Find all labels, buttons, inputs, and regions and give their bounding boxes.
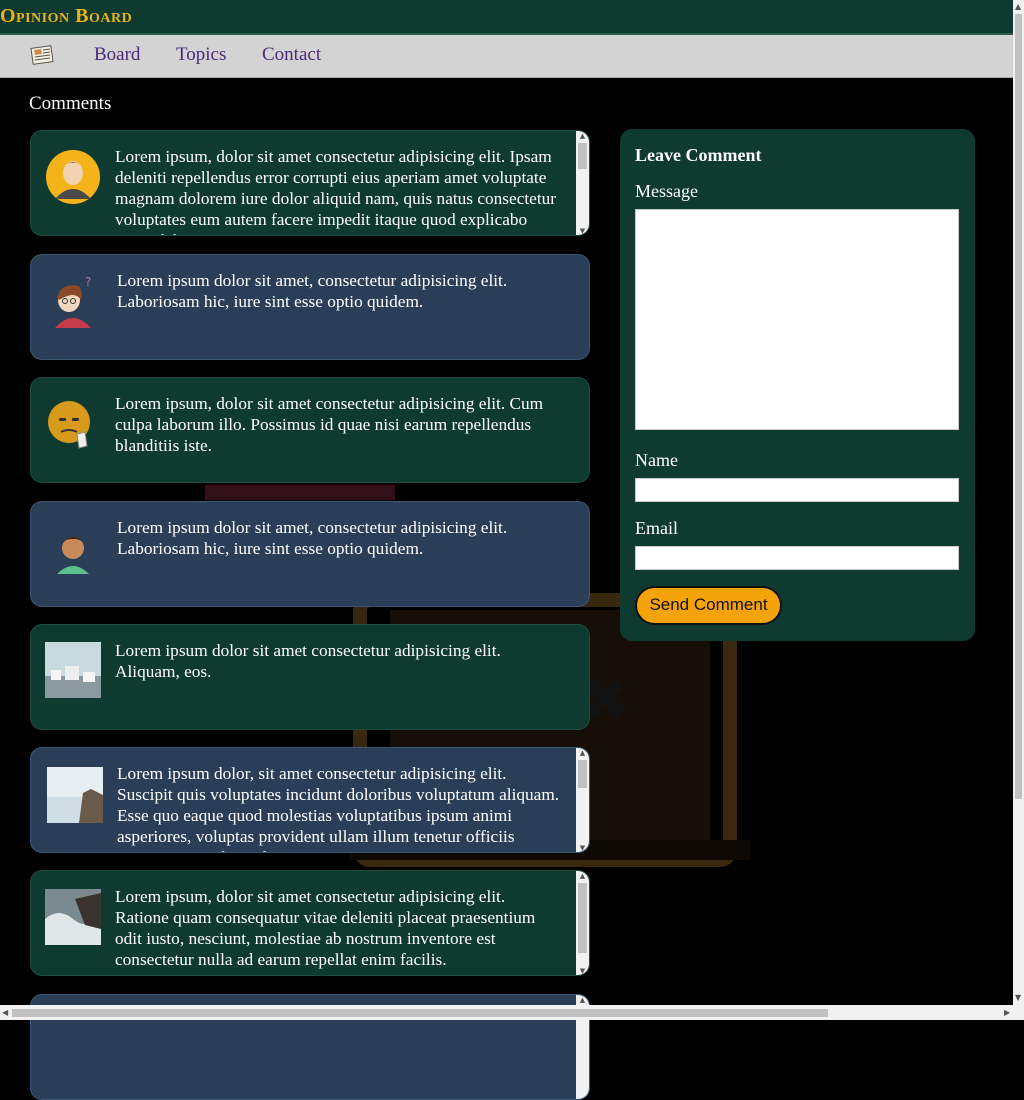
thinking-woman-avatar-icon: ? (55, 275, 91, 328)
comment-text: Lorem ipsum dolor sit amet consectetur a… (115, 641, 501, 681)
comment-text: Lorem ipsum, dolor sit amet consectetur … (115, 147, 557, 235)
message-label: Message (635, 181, 698, 201)
message-textarea[interactable] (635, 209, 959, 430)
leave-comment-panel: Leave Comment Message Name Email Send Co… (620, 129, 975, 641)
comment-text: Lorem ipsum dolor, sit amet consectetur … (117, 764, 560, 852)
nav-link-contact[interactable]: Contact (262, 44, 321, 66)
send-comment-button[interactable]: Send Comment (635, 586, 782, 625)
email-input[interactable] (635, 546, 959, 570)
comment-text: Lorem ipsum, dolor sit amet consectetur … (115, 887, 536, 969)
comment-text: Lorem ipsum, dolor sit amet consectetur … (115, 394, 544, 455)
newspaper-icon[interactable] (30, 43, 56, 65)
waves-photo-icon (45, 889, 101, 945)
comment-text: Lorem ipsum dolor sit amet, consectetur … (117, 518, 508, 558)
comment-card: Lorem ipsum, dolor sit amet consectetur … (30, 377, 590, 483)
email-label: Email (635, 518, 678, 538)
comment-scrollbar[interactable]: ▲ ▼ (576, 131, 589, 235)
nav-link-board[interactable]: Board (94, 44, 140, 66)
comment-card: Lorem ipsum dolor, sit amet consectetur … (30, 747, 590, 853)
comment-scrollbar[interactable]: ▲ ▼ (576, 871, 589, 975)
comment-card: Lorem ipsum dolor sit amet, consectetur … (30, 501, 590, 607)
comment-scrollbar[interactable]: ▲ ▼ (576, 748, 589, 852)
page-vertical-scrollbar[interactable]: ▲ ▼ (1013, 0, 1024, 1005)
page-horizontal-scrollbar[interactable]: ◀ ▶ (0, 1005, 1024, 1020)
name-label: Name (635, 450, 678, 470)
comment-text: Lorem ipsum dolor sit amet, consectetur … (117, 271, 508, 311)
top-header-bar: Opinion Board (0, 0, 1013, 35)
nav-link-topics[interactable]: Topics (176, 44, 226, 66)
man-avatar-icon (46, 150, 100, 204)
name-input[interactable] (635, 478, 959, 502)
boy-avatar-icon (57, 537, 89, 574)
form-title: Leave Comment (635, 145, 762, 165)
comment-card: Lorem ipsum dolor sit amet consectetur a… (30, 624, 590, 730)
thinking-emoji-icon (48, 401, 90, 449)
seaside-photo-icon (47, 767, 103, 823)
village-photo-icon (45, 642, 101, 698)
comment-card: ? Lorem ipsum dolor sit amet, consectetu… (30, 254, 590, 360)
comment-card: Lorem ipsum, dolor sit amet consectetur … (30, 130, 590, 236)
navigation-bar: Board Topics Contact (0, 35, 1013, 78)
comments-heading: Comments (29, 93, 112, 114)
comment-card: Lorem ipsum, dolor sit amet consectetur … (30, 870, 590, 976)
svg-text:?: ? (85, 275, 91, 289)
brand-title: Opinion Board (0, 5, 133, 27)
